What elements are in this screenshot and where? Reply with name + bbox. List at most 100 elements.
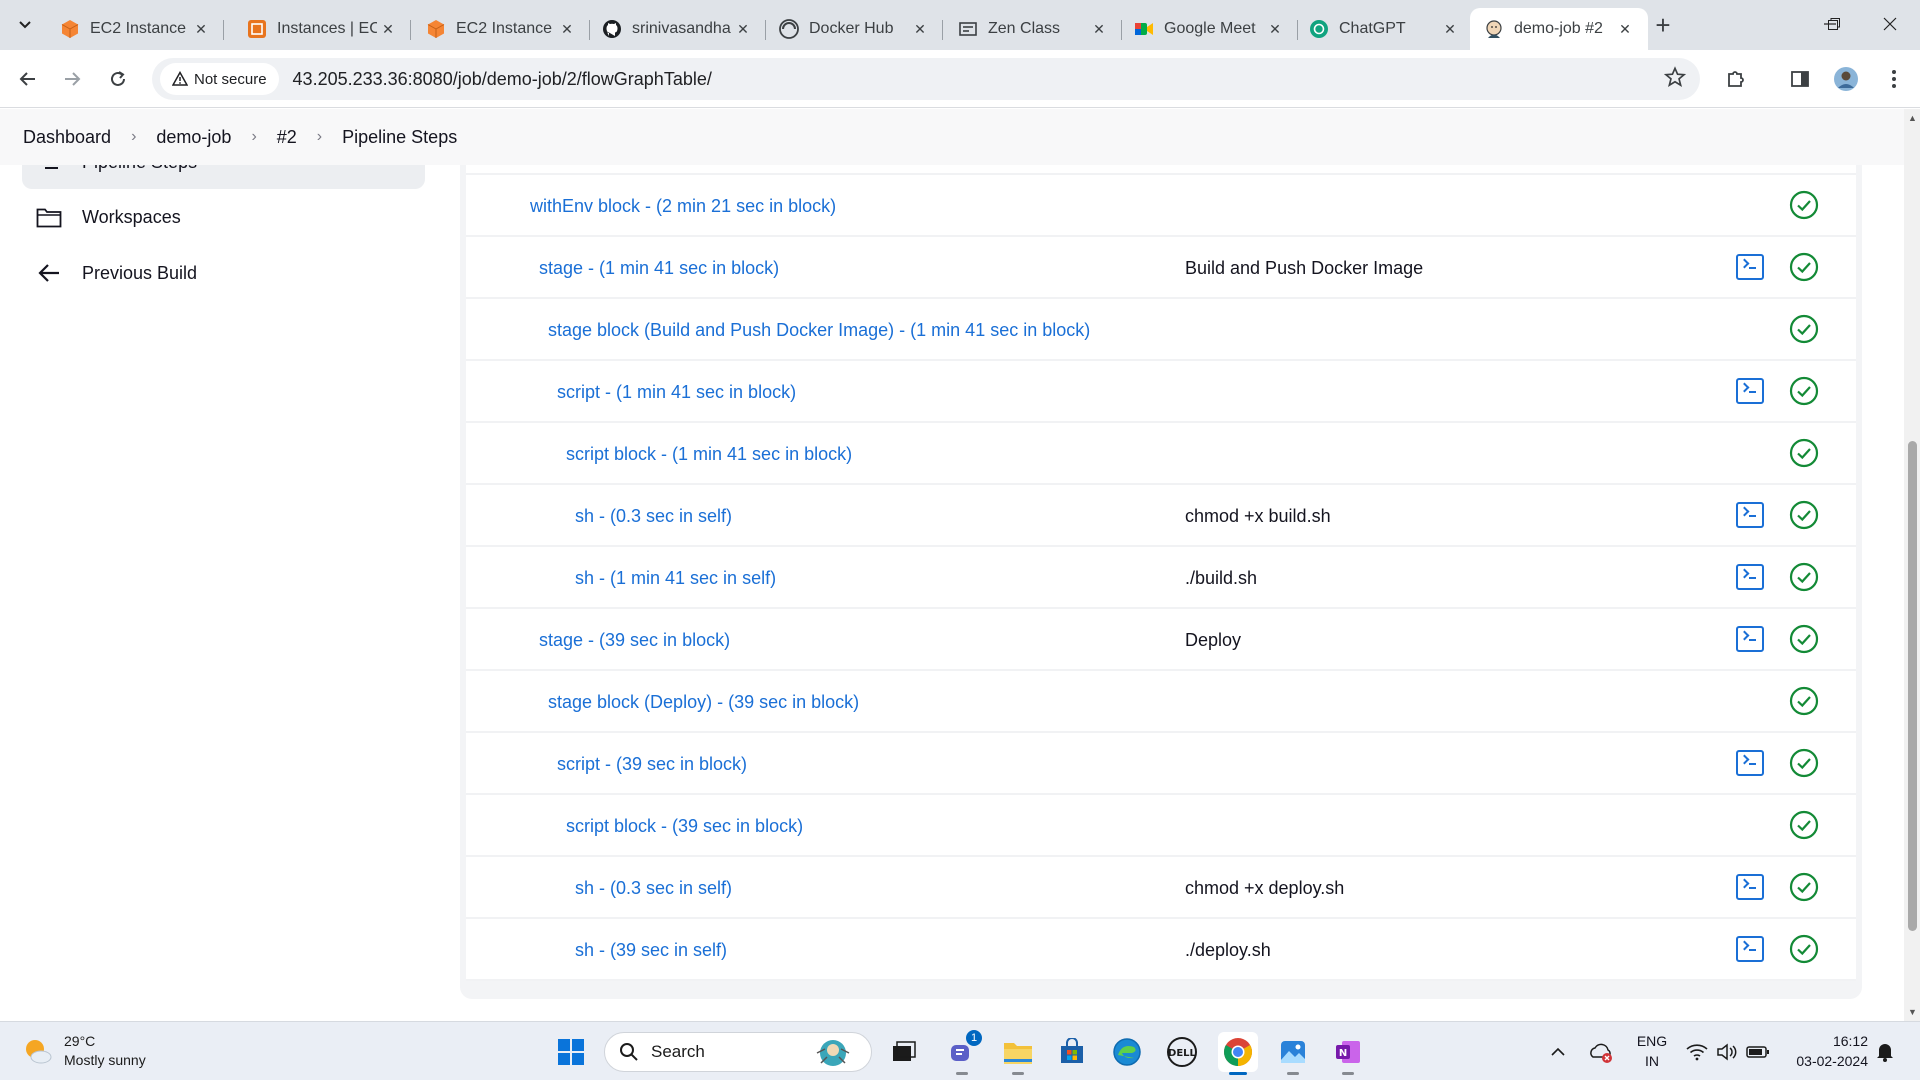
browser-menu-button[interactable] xyxy=(1878,63,1910,95)
bookmark-star-icon[interactable] xyxy=(1664,66,1686,88)
browser-tab[interactable]: Google Meet ✕ xyxy=(1120,8,1298,50)
console-output-icon[interactable] xyxy=(1736,626,1764,652)
step-link[interactable]: sh - (0.3 sec in self) xyxy=(575,485,732,547)
console-output-icon[interactable] xyxy=(1736,378,1764,404)
step-link[interactable]: stage - (39 sec in block) xyxy=(539,609,730,671)
side-panel-button[interactable] xyxy=(1784,63,1816,95)
console-output-icon[interactable] xyxy=(1736,936,1764,962)
step-link[interactable]: script block - (1 min 41 sec in block) xyxy=(566,423,852,485)
close-window-button[interactable] xyxy=(1860,0,1920,48)
step-link[interactable]: stage block (Build and Push Docker Image… xyxy=(548,299,1090,361)
browser-tab[interactable]: Zen Class ✕ xyxy=(944,8,1122,50)
photos-button[interactable] xyxy=(1273,1032,1313,1075)
step-link[interactable]: withEnv block - (2 min 21 sec in block) xyxy=(530,175,836,237)
scrollbar-thumb[interactable] xyxy=(1908,441,1917,931)
chevron-up-icon xyxy=(1551,1047,1565,1056)
close-tab-icon[interactable]: ✕ xyxy=(1439,18,1461,40)
profile-avatar[interactable] xyxy=(1830,63,1862,95)
step-link[interactable]: sh - (1 min 41 sec in self) xyxy=(575,547,776,609)
region-code: IN xyxy=(1645,1053,1659,1069)
task-view-button[interactable] xyxy=(884,1032,924,1072)
close-tab-icon[interactable]: ✕ xyxy=(732,18,754,40)
browser-tab[interactable]: Instances | EC ✕ xyxy=(233,8,411,50)
pipeline-steps-rows: withEnv block - (2 min 21 sec in block) s… xyxy=(466,135,1856,981)
page-scrollbar[interactable]: ▲ ▼ xyxy=(1904,109,1920,1021)
restore-button[interactable] xyxy=(1804,0,1864,48)
back-button[interactable] xyxy=(12,63,44,95)
step-link[interactable]: stage - (1 min 41 sec in block) xyxy=(539,237,779,299)
breadcrumb-pipeline-steps[interactable]: Pipeline Steps xyxy=(342,127,457,148)
table-row: withEnv block - (2 min 21 sec in block) xyxy=(466,175,1856,237)
security-chip[interactable]: Not secure xyxy=(160,63,279,95)
system-clock[interactable]: 16:12 03-02-2024 xyxy=(1788,1031,1868,1071)
close-tab-icon[interactable]: ✕ xyxy=(1614,18,1636,40)
step-link[interactable]: script - (39 sec in block) xyxy=(557,733,747,795)
folder-icon xyxy=(1004,1043,1032,1064)
network-status[interactable] xyxy=(1686,1022,1708,1081)
edge-button[interactable] xyxy=(1107,1032,1147,1072)
step-arguments: Deploy xyxy=(1185,629,1242,650)
volume-control[interactable] xyxy=(1716,1022,1738,1081)
file-explorer-button[interactable] xyxy=(998,1032,1038,1075)
microsoft-store-button[interactable] xyxy=(1052,1032,1092,1072)
forward-button[interactable] xyxy=(56,63,88,95)
step-arguments: ./build.sh xyxy=(1185,567,1258,588)
show-hidden-icons-button[interactable] xyxy=(1550,1022,1566,1081)
step-arguments: ./deploy.sh xyxy=(1185,939,1271,960)
breadcrumb-build[interactable]: #2 xyxy=(277,127,297,148)
tab-separator xyxy=(223,20,224,40)
step-link[interactable]: script - (1 min 41 sec in block) xyxy=(557,361,796,423)
teams-chat-button[interactable]: 1 xyxy=(942,1030,982,1075)
console-output-icon[interactable] xyxy=(1736,254,1764,280)
console-output-icon[interactable] xyxy=(1736,564,1764,590)
scroll-up-arrow-icon[interactable]: ▲ xyxy=(1908,113,1917,123)
close-tab-icon[interactable]: ✕ xyxy=(1264,18,1286,40)
step-link[interactable]: script block - (39 sec in block) xyxy=(566,795,803,857)
sidebar-item-previous-build[interactable]: Previous Build xyxy=(0,245,440,301)
url-text[interactable]: 43.205.233.36:8080/job/demo-job/2/flowGr… xyxy=(293,69,712,90)
extensions-button[interactable] xyxy=(1720,63,1752,95)
close-tab-icon[interactable]: ✕ xyxy=(190,18,212,40)
taskbar-search[interactable]: Search xyxy=(604,1032,872,1072)
close-tab-icon[interactable]: ✕ xyxy=(909,18,931,40)
photos-icon xyxy=(1281,1041,1305,1063)
close-tab-icon[interactable]: ✕ xyxy=(1088,18,1110,40)
browser-tab[interactable]: ChatGPT ✕ xyxy=(1295,8,1473,50)
arrow-right-icon xyxy=(65,72,81,86)
chrome-button[interactable] xyxy=(1218,1032,1258,1075)
scroll-down-arrow-icon[interactable]: ▼ xyxy=(1908,1007,1917,1017)
close-tab-icon[interactable]: ✕ xyxy=(556,18,578,40)
new-tab-button[interactable]: + xyxy=(1648,10,1678,40)
battery-status[interactable] xyxy=(1746,1022,1770,1081)
table-row: script - (39 sec in block) xyxy=(466,733,1856,795)
start-button[interactable] xyxy=(551,1032,591,1072)
weather-widget[interactable]: 29°C Mostly sunny xyxy=(22,1032,146,1070)
sidebar-item-label: Previous Build xyxy=(82,262,198,283)
notifications-button[interactable] xyxy=(1876,1022,1894,1081)
browser-tab[interactable]: Docker Hub ✕ xyxy=(765,8,943,50)
reload-button[interactable] xyxy=(102,63,134,95)
sidebar: Pipeline Steps Workspaces Previous Build xyxy=(0,135,440,301)
sidebar-item-workspaces[interactable]: Workspaces xyxy=(0,189,440,245)
console-output-icon[interactable] xyxy=(1736,874,1764,900)
onedrive-status[interactable] xyxy=(1588,1022,1614,1081)
browser-tab[interactable]: EC2 Instance ✕ xyxy=(46,8,224,50)
browser-tab[interactable]: EC2 Instance ✕ xyxy=(412,8,590,50)
breadcrumb-job[interactable]: demo-job xyxy=(156,127,231,148)
close-tab-icon[interactable]: ✕ xyxy=(377,18,399,40)
console-output-icon[interactable] xyxy=(1736,502,1764,528)
dell-button[interactable]: DELL xyxy=(1162,1032,1202,1072)
table-row: script block - (39 sec in block) xyxy=(466,795,1856,857)
tab-search-button[interactable] xyxy=(10,10,40,40)
console-output-icon[interactable] xyxy=(1736,750,1764,776)
step-link[interactable]: stage block (Deploy) - (39 sec in block) xyxy=(548,671,859,733)
browser-tab[interactable]: demo-job #2 ✕ xyxy=(1470,8,1648,50)
step-link[interactable]: sh - (39 sec in self) xyxy=(575,919,727,981)
language-indicator[interactable]: ENG IN xyxy=(1634,1031,1670,1071)
breadcrumb-dashboard[interactable]: Dashboard xyxy=(23,127,111,148)
address-bar[interactable]: Not secure 43.205.233.36:8080/job/demo-j… xyxy=(152,58,1700,100)
chat-badge: 1 xyxy=(966,1030,982,1046)
onenote-button[interactable]: N xyxy=(1328,1032,1368,1075)
browser-tab[interactable]: srinivasandha ✕ xyxy=(588,8,766,50)
step-link[interactable]: sh - (0.3 sec in self) xyxy=(575,857,732,919)
